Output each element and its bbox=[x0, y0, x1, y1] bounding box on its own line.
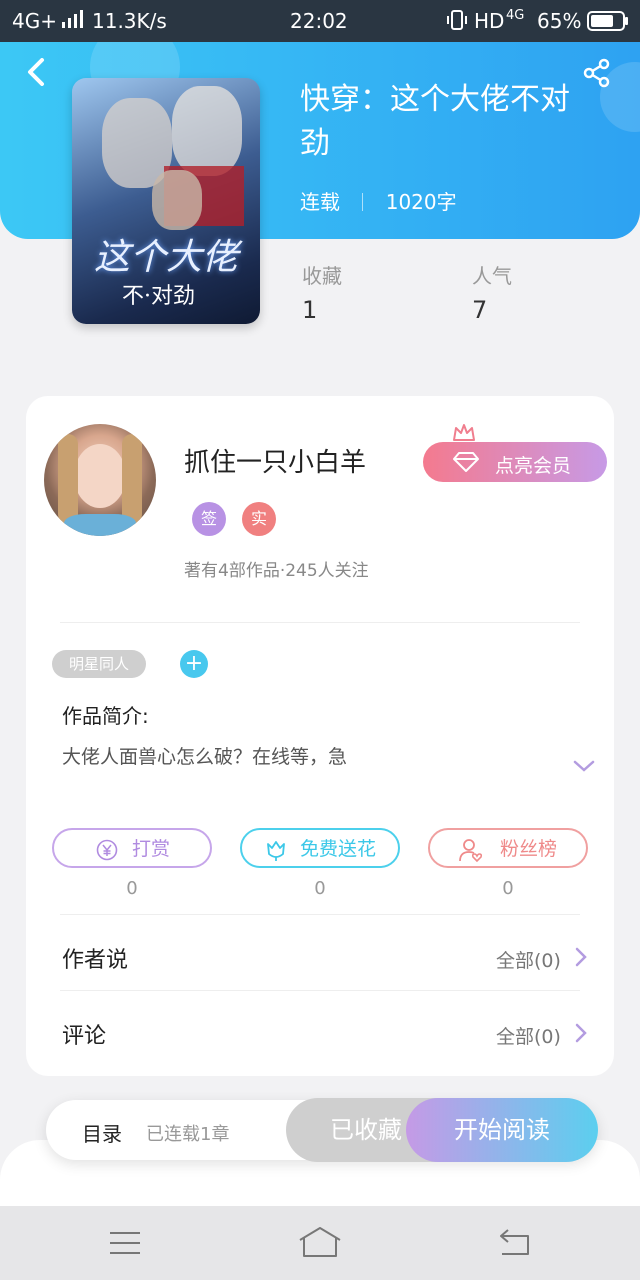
meta-divider bbox=[362, 193, 364, 211]
signed-badge: 签 bbox=[192, 502, 226, 536]
collect-label: 收藏 bbox=[302, 264, 342, 288]
expand-chevron-icon[interactable] bbox=[572, 758, 596, 778]
tip-count: 0 bbox=[126, 878, 138, 899]
popularity-label: 人气 bbox=[472, 264, 512, 288]
author-info: 著有4部作品·245人关注 bbox=[184, 561, 369, 581]
divider bbox=[60, 914, 580, 915]
start-reading-button[interactable]: 开始阅读 bbox=[406, 1098, 598, 1162]
cover-figure bbox=[152, 170, 202, 230]
menu-icon[interactable] bbox=[108, 1230, 142, 1256]
serial-status: 连载 bbox=[300, 190, 340, 214]
author-name[interactable]: 抓住一只小白羊 bbox=[184, 442, 366, 479]
tip-button[interactable]: 打赏 bbox=[52, 828, 212, 868]
comments-row[interactable]: 评论 全部(0) bbox=[26, 996, 614, 1066]
add-tag-button[interactable]: + bbox=[180, 650, 208, 678]
home-icon[interactable] bbox=[298, 1226, 342, 1258]
tag-chip[interactable]: 明星同人 bbox=[52, 650, 146, 678]
clock: 22:02 bbox=[290, 9, 348, 33]
fans-icon bbox=[459, 839, 483, 863]
intro-text: 大佬人面兽心怎么破？在线等，急 bbox=[62, 746, 348, 768]
cover-subtitle: 不·对劲 bbox=[122, 284, 195, 309]
avatar-hair bbox=[122, 434, 142, 524]
flower-icon bbox=[267, 841, 285, 861]
tip-label: 打赏 bbox=[132, 838, 171, 860]
hd-label: HD bbox=[474, 9, 505, 33]
system-nav-bar bbox=[0, 1206, 640, 1280]
comments-title: 评论 bbox=[62, 1024, 107, 1049]
status-bar: 4G+ 11.3K/s 22:02 HD 4G 65% bbox=[0, 0, 640, 42]
avatar-clothes bbox=[64, 514, 136, 536]
book-cover[interactable]: 这个大佬 不·对劲 bbox=[72, 78, 260, 324]
avatar-face bbox=[74, 444, 126, 508]
vip-button[interactable]: 点亮会员 bbox=[423, 442, 607, 482]
signal-icon bbox=[62, 9, 84, 33]
book-meta: 连载 1020字 bbox=[300, 186, 457, 215]
vip-label: 点亮会员 bbox=[495, 455, 572, 477]
fans-ranking-label: 粉丝榜 bbox=[500, 838, 558, 860]
avatar-hair bbox=[58, 434, 78, 524]
book-title: 快穿：这个大佬不对劲 bbox=[300, 82, 570, 161]
back-arrow-icon bbox=[28, 58, 44, 86]
author-says-title: 作者说 bbox=[62, 948, 129, 973]
comments-more: 全部(0) bbox=[496, 1026, 561, 1048]
chapter-count: 已连载1章 bbox=[146, 1124, 230, 1145]
yen-icon bbox=[96, 839, 118, 861]
net2-label: 4G bbox=[506, 8, 525, 23]
intro-heading: 作品简介: bbox=[62, 704, 149, 728]
word-count: 1020字 bbox=[385, 190, 457, 214]
verified-badge: 实 bbox=[242, 502, 276, 536]
fans-ranking-button[interactable]: 粉丝榜 bbox=[428, 828, 588, 868]
send-flower-label: 免费送花 bbox=[300, 838, 377, 860]
diamond-icon bbox=[453, 452, 479, 472]
battery-percent: 65% bbox=[537, 9, 582, 33]
flower-count: 0 bbox=[314, 878, 326, 899]
send-flower-button[interactable]: 免费送花 bbox=[240, 828, 400, 868]
cover-figure bbox=[172, 86, 242, 176]
network-type: 4G+ bbox=[12, 9, 57, 33]
bottom-action-bar: 目录 已连载1章 已收藏 开始阅读 bbox=[46, 1098, 598, 1162]
chevron-right-icon bbox=[575, 947, 587, 967]
popularity-value: 7 bbox=[472, 296, 488, 324]
chevron-right-icon bbox=[575, 1023, 587, 1043]
fans-count: 0 bbox=[502, 878, 514, 899]
divider bbox=[60, 990, 580, 991]
author-says-row[interactable]: 作者说 全部(0) bbox=[26, 920, 614, 990]
author-avatar[interactable] bbox=[44, 424, 156, 536]
battery-icon bbox=[587, 11, 629, 36]
author-says-more: 全部(0) bbox=[496, 950, 561, 972]
back-nav-icon[interactable] bbox=[498, 1228, 532, 1256]
network-speed: 11.3K/s bbox=[92, 9, 167, 33]
collect-value: 1 bbox=[302, 296, 318, 324]
toc-button[interactable]: 目录 bbox=[82, 1118, 122, 1147]
cover-title: 这个大佬 bbox=[94, 237, 239, 278]
divider bbox=[60, 622, 580, 623]
back-button[interactable] bbox=[24, 58, 48, 90]
vibrate-icon bbox=[446, 9, 468, 36]
